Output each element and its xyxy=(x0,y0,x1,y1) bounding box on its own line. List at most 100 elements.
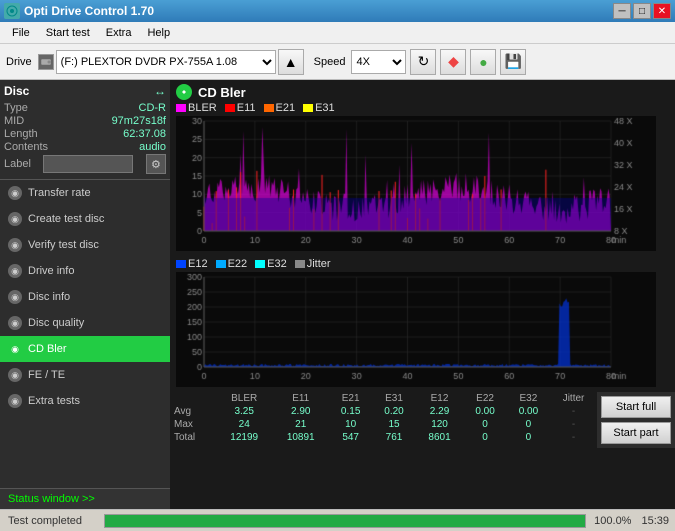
row-max-label: Max xyxy=(170,418,216,431)
refresh-button[interactable]: ↻ xyxy=(410,49,436,75)
titlebar: Opti Drive Control 1.70 ─ □ ✕ xyxy=(0,0,675,22)
menu-start-test[interactable]: Start test xyxy=(38,25,98,41)
stats-buttons-row: BLER E11 E21 E31 E12 E22 E32 Jitter Avg xyxy=(170,392,675,448)
nav-label-create: Create test disc xyxy=(28,213,104,225)
speed-select[interactable]: 4X xyxy=(351,50,406,74)
row-total-e21: 547 xyxy=(329,431,372,444)
label-input[interactable] xyxy=(43,155,133,173)
row-total-bler: 12199 xyxy=(216,431,273,444)
nav-label-disc-info: Disc info xyxy=(28,291,70,303)
nav-label-drive: Drive info xyxy=(28,265,74,277)
drive-icon xyxy=(38,54,54,70)
nav-fe-te[interactable]: ◉ FE / TE xyxy=(0,362,170,388)
close-button[interactable]: ✕ xyxy=(653,3,671,19)
top-chart xyxy=(176,116,656,251)
drive-label: Drive xyxy=(6,56,32,68)
mid-label: MID xyxy=(4,115,24,127)
legend-label-e12: E12 xyxy=(188,258,208,270)
nav-drive-info[interactable]: ◉ Drive info xyxy=(0,258,170,284)
nav-icon-drive: ◉ xyxy=(8,264,22,278)
contents-value: audio xyxy=(139,141,166,153)
chart-header: CD Bler xyxy=(170,80,675,100)
nav-icon-cd-bler: ◉ xyxy=(8,342,22,356)
start-full-button[interactable]: Start full xyxy=(601,396,671,418)
bottom-legend: E12 E22 E32 Jitter xyxy=(170,256,675,272)
legend-e31: E31 xyxy=(303,102,335,114)
bottom-chart-wrapper xyxy=(170,272,675,392)
stats-table: BLER E11 E21 E31 E12 E22 E32 Jitter Avg xyxy=(170,392,597,444)
app-icon xyxy=(4,3,20,19)
length-value: 62:37.08 xyxy=(123,128,166,140)
left-panel: Disc ↔ Type CD-R MID 97m27s18f Length 62… xyxy=(0,80,170,509)
nav-verify-test[interactable]: ◉ Verify test disc xyxy=(0,232,170,258)
top-chart-wrapper xyxy=(170,116,675,256)
legend-color-e11 xyxy=(225,104,235,112)
status-text: Test completed xyxy=(0,515,100,527)
drive-select[interactable]: (F:) PLEXTOR DVDR PX-755A 1.08 xyxy=(56,50,276,74)
legend-label-e32: E32 xyxy=(267,258,287,270)
menu-help[interactable]: Help xyxy=(139,25,178,41)
nav-disc-quality[interactable]: ◉ Disc quality xyxy=(0,310,170,336)
th-e21: E21 xyxy=(329,392,372,405)
row-total-label: Total xyxy=(170,431,216,444)
top-legend: BLER E11 E21 E31 xyxy=(170,100,675,116)
right-panel: CD Bler BLER E11 E21 E31 xyxy=(170,80,675,509)
status-window-button[interactable]: Status window >> xyxy=(0,488,170,509)
eject-button[interactable]: ▲ xyxy=(278,49,304,75)
legend-label-jitter: Jitter xyxy=(307,258,331,270)
th-e11: E11 xyxy=(272,392,329,405)
nav-icon-fe-te: ◉ xyxy=(8,368,22,382)
nav-label-fe-te: FE / TE xyxy=(28,369,65,381)
row-total-e22: 0 xyxy=(463,431,506,444)
row-avg-e21: 0.15 xyxy=(329,405,372,418)
disc-button[interactable]: ● xyxy=(470,49,496,75)
menu-file[interactable]: File xyxy=(4,25,38,41)
disc-arrow-icon[interactable]: ↔ xyxy=(154,84,166,98)
toolbar: Drive (F:) PLEXTOR DVDR PX-755A 1.08 ▲ S… xyxy=(0,44,675,80)
nav-icon-disc-info: ◉ xyxy=(8,290,22,304)
label-label: Label xyxy=(4,158,31,170)
legend-e12: E12 xyxy=(176,258,208,270)
row-max-e21: 10 xyxy=(329,418,372,431)
chart-title: CD Bler xyxy=(198,85,246,100)
mid-value: 97m27s18f xyxy=(112,115,166,127)
window-controls: ─ □ ✕ xyxy=(613,3,671,19)
nav-icon-disc-quality: ◉ xyxy=(8,316,22,330)
row-total-e32: 0 xyxy=(507,431,550,444)
legend-e32: E32 xyxy=(255,258,287,270)
nav-icon-create: ◉ xyxy=(8,212,22,226)
nav-transfer-rate[interactable]: ◉ Transfer rate xyxy=(0,180,170,206)
progress-bar xyxy=(105,515,585,527)
contents-label: Contents xyxy=(4,141,48,153)
row-max-bler: 24 xyxy=(216,418,273,431)
row-max-e22: 0 xyxy=(463,418,506,431)
th-e32: E32 xyxy=(507,392,550,405)
legend-color-bler xyxy=(176,104,186,112)
row-avg-e32: 0.00 xyxy=(507,405,550,418)
menu-extra[interactable]: Extra xyxy=(98,25,140,41)
nav-create-test[interactable]: ◉ Create test disc xyxy=(0,206,170,232)
nav-label-disc-quality: Disc quality xyxy=(28,317,84,329)
type-value: CD-R xyxy=(139,102,167,114)
minimize-button[interactable]: ─ xyxy=(613,3,631,19)
nav-icon-verify: ◉ xyxy=(8,238,22,252)
legend-e11: E11 xyxy=(225,102,256,114)
row-avg-e11: 2.90 xyxy=(272,405,329,418)
row-total-e31: 761 xyxy=(372,431,415,444)
legend-color-jitter xyxy=(295,260,305,268)
label-gear-button[interactable]: ⚙ xyxy=(146,154,166,174)
row-max-e31: 15 xyxy=(372,418,415,431)
nav-extra-tests[interactable]: ◉ Extra tests xyxy=(0,388,170,414)
th-e22: E22 xyxy=(463,392,506,405)
erase-button[interactable]: ◆ xyxy=(440,49,466,75)
disc-title: Disc xyxy=(4,84,29,98)
disc-section: Disc ↔ Type CD-R MID 97m27s18f Length 62… xyxy=(0,80,170,180)
nav-label-cd-bler: CD Bler xyxy=(28,343,67,355)
save-button[interactable]: 💾 xyxy=(500,49,526,75)
start-part-button[interactable]: Start part xyxy=(601,422,671,444)
nav-cd-bler[interactable]: ◉ CD Bler xyxy=(0,336,170,362)
nav-disc-info[interactable]: ◉ Disc info xyxy=(0,284,170,310)
th-e12: E12 xyxy=(416,392,464,405)
maximize-button[interactable]: □ xyxy=(633,3,651,19)
legend-label-bler: BLER xyxy=(188,102,217,114)
